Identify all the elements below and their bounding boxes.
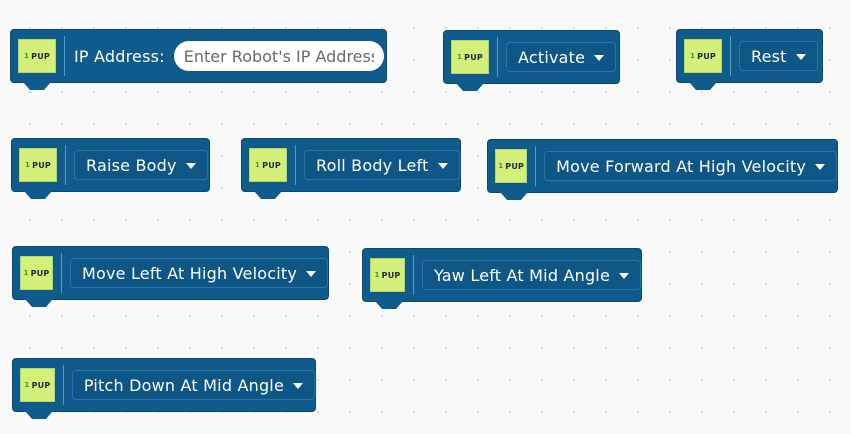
move-forward-dropdown[interactable]: Move Forward At High Velocity xyxy=(544,151,837,181)
dropdown-value: Move Left At High Velocity xyxy=(81,263,297,283)
ip-address-input[interactable] xyxy=(173,41,384,71)
pup-logo: 1 PUP xyxy=(451,40,489,74)
ip-address-label: IP Address: xyxy=(74,46,165,66)
dropdown-value: Raise Body xyxy=(86,155,177,175)
rest-dropdown[interactable]: Rest xyxy=(739,41,818,71)
yaw-left-dropdown[interactable]: Yaw Left At Mid Angle xyxy=(422,260,641,290)
activate-dropdown[interactable]: Activate xyxy=(506,42,617,72)
caret-down-icon xyxy=(437,163,448,169)
block-divider xyxy=(535,146,537,186)
activate-block[interactable]: 1 PUP Activate xyxy=(443,30,620,84)
block-divider xyxy=(61,253,62,293)
caret-down-icon xyxy=(306,271,316,277)
caret-down-icon xyxy=(185,163,196,169)
raise-body-block[interactable]: 1 PUP Raise Body xyxy=(11,138,210,192)
dropdown-value: Move Forward At High Velocity xyxy=(556,156,806,176)
caret-down-icon xyxy=(619,273,629,279)
pitch-down-block[interactable]: 1 PUP Pitch Down At Mid Angle xyxy=(12,358,316,412)
block-divider xyxy=(65,145,66,185)
dropdown-value: Rest xyxy=(751,46,787,66)
dropdown-value: Yaw Left At Mid Angle xyxy=(434,265,610,285)
rest-block[interactable]: 1 PUP Rest xyxy=(676,29,823,83)
block-divider xyxy=(64,36,65,76)
block-divider xyxy=(413,255,415,295)
pup-logo: 1 PUP xyxy=(18,39,56,73)
dropdown-value: Roll Body Left xyxy=(316,155,429,175)
pup-logo: 1 PUP xyxy=(20,256,54,290)
pup-logo: 1 PUP xyxy=(684,39,722,73)
pup-logo: 1 PUP xyxy=(20,368,55,402)
roll-body-left-dropdown[interactable]: Roll Body Left xyxy=(304,150,460,180)
caret-down-icon xyxy=(815,164,825,170)
roll-body-left-block[interactable]: 1 PUP Roll Body Left xyxy=(241,138,461,192)
block-divider xyxy=(497,37,498,77)
yaw-left-block[interactable]: 1 PUP Yaw Left At Mid Angle xyxy=(362,248,642,302)
dropdown-value: Activate xyxy=(518,47,586,67)
block-divider xyxy=(295,145,296,185)
pup-logo: 1 PUP xyxy=(249,148,287,182)
caret-down-icon xyxy=(795,54,806,60)
block-divider xyxy=(730,36,731,76)
ip-address-block[interactable]: 1 PUP IP Address: xyxy=(10,29,387,83)
pup-logo: 1 PUP xyxy=(495,149,528,183)
pup-logo: 1 PUP xyxy=(370,258,406,292)
caret-down-icon xyxy=(293,383,303,389)
move-forward-block[interactable]: 1 PUP Move Forward At High Velocity xyxy=(487,139,838,193)
raise-body-dropdown[interactable]: Raise Body xyxy=(74,150,208,180)
pup-logo: 1 PUP xyxy=(19,148,57,182)
dropdown-value: Pitch Down At Mid Angle xyxy=(83,375,284,395)
block-divider xyxy=(62,365,64,405)
move-left-block[interactable]: 1 PUP Move Left At High Velocity xyxy=(12,246,329,300)
move-left-dropdown[interactable]: Move Left At High Velocity xyxy=(69,258,328,288)
caret-down-icon xyxy=(594,55,605,61)
pitch-down-dropdown[interactable]: Pitch Down At Mid Angle xyxy=(71,370,315,400)
